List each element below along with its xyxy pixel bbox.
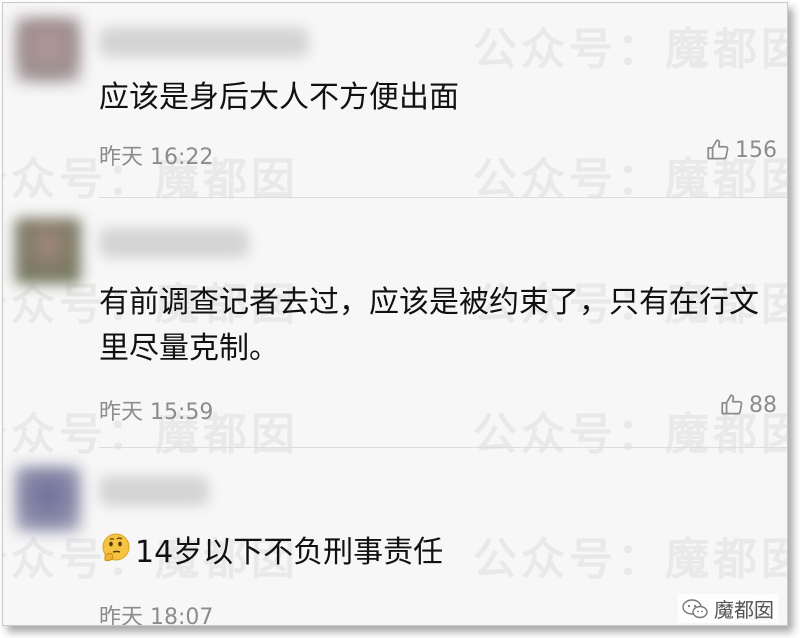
- comment-item: 14岁以下不负刑事责任 昨天 18:07: [3, 448, 787, 626]
- like-button[interactable]: 88: [719, 392, 777, 418]
- brand-badge: 魔都囡: [678, 594, 778, 623]
- username[interactable]: [99, 27, 309, 57]
- comment-text: 有前调查记者去过，应该是被约束了，只有在行文里尽量克制。: [99, 285, 759, 366]
- like-count: 88: [749, 392, 777, 418]
- username[interactable]: [99, 476, 209, 506]
- comment-item: 应该是身后大人不方便出面 昨天 16:22 156: [3, 3, 787, 198]
- comment-item: 有前调查记者去过，应该是被约束了，只有在行文里尽量克制。 昨天 15:59 88: [3, 198, 787, 448]
- avatar[interactable]: [15, 218, 81, 284]
- comment-text: 应该是身后大人不方便出面: [99, 80, 459, 115]
- thumbs-up-icon: [707, 139, 729, 160]
- avatar[interactable]: [15, 466, 81, 532]
- wechat-icon: [682, 598, 708, 618]
- brand-name: 魔都囡: [714, 598, 774, 622]
- like-button[interactable]: 156: [705, 137, 777, 163]
- thumbs-up-icon: [721, 394, 743, 415]
- thinking-face-icon: [102, 533, 130, 562]
- avatar[interactable]: [15, 17, 81, 83]
- comment-list: 公众号：魔都囡 公众号：魔都囡 公众号：魔都囡 公众号：魔都囡 公众号：魔都囡 …: [2, 2, 788, 626]
- timestamp: 昨天 16:22: [99, 145, 214, 170]
- comment-text: 14岁以下不负刑事责任: [99, 530, 773, 576]
- comment-text-content: 14岁以下不负刑事责任: [135, 535, 444, 570]
- timestamp: 昨天 15:59: [99, 400, 214, 425]
- timestamp: 昨天 18:07: [99, 605, 214, 626]
- username[interactable]: [99, 228, 249, 258]
- like-count: 156: [735, 137, 777, 163]
